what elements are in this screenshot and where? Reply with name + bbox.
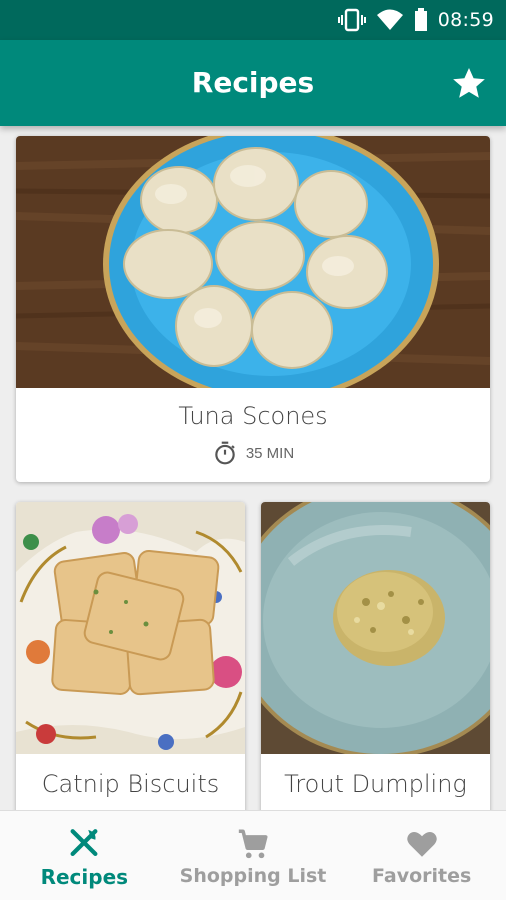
- nav-label: Shopping List: [179, 865, 327, 887]
- nav-item-recipes[interactable]: Recipes: [0, 811, 169, 900]
- star-icon[interactable]: [450, 64, 488, 102]
- status-time: 08:59: [437, 9, 494, 31]
- recipe-card-catnip-biscuits[interactable]: Catnip Biscuits: [16, 502, 245, 810]
- bottom-nav: Recipes Shopping List Favorites: [0, 810, 506, 900]
- recipe-card-tuna-scones[interactable]: Tuna Scones 35 MIN: [16, 136, 490, 482]
- recipe-image: [16, 502, 245, 754]
- fork-knife-icon: [70, 829, 98, 857]
- battery-icon: [414, 8, 427, 31]
- recipe-time: 35 MIN: [16, 440, 490, 466]
- recipe-title: Tuna Scones: [178, 402, 328, 430]
- nav-item-shopping-list[interactable]: Shopping List: [169, 811, 338, 900]
- app-bar: Recipes: [0, 40, 506, 126]
- vibrate-icon: [337, 8, 366, 32]
- nav-item-favorites[interactable]: Favorites: [337, 811, 506, 900]
- recipe-title: Catnip Biscuits: [41, 770, 220, 798]
- cart-icon: [238, 829, 268, 859]
- recipe-image: [261, 502, 490, 754]
- heart-icon: [406, 832, 437, 857]
- recipe-list[interactable]: Tuna Scones 35 MIN Catnip Biscuits Trout…: [0, 126, 506, 810]
- status-bar: 08:59: [0, 0, 506, 40]
- recipe-image: [16, 136, 490, 388]
- recipe-time-text: 35 MIN: [245, 444, 295, 462]
- timer-icon: [215, 441, 235, 465]
- nav-label: Favorites: [372, 865, 472, 887]
- wifi-icon: [376, 9, 403, 30]
- page-title: Recipes: [191, 66, 315, 99]
- nav-label: Recipes: [40, 865, 129, 889]
- recipe-title: Trout Dumpling: [284, 770, 467, 798]
- status-icons: 08:59: [337, 0, 494, 40]
- recipe-card-trout-dumpling[interactable]: Trout Dumpling: [261, 502, 490, 810]
